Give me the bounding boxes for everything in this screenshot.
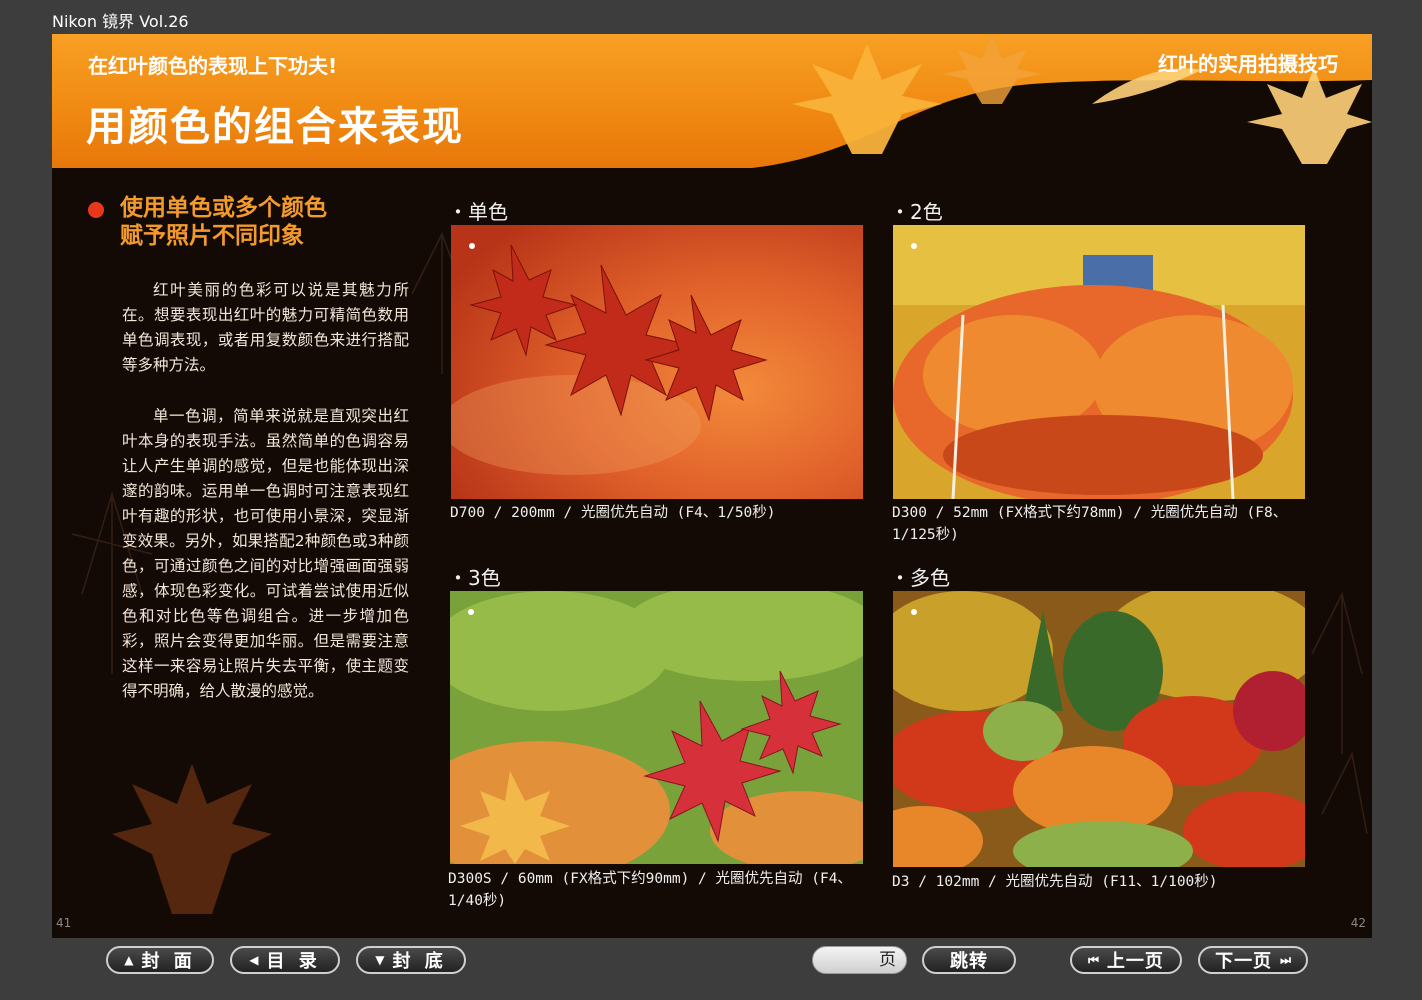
photo-caption-two-colors: D300 / 52mm (FX格式下约78mm) / 光圈优先自动 (F8、1/… (892, 505, 1288, 543)
photo-label-multi-color: ・多色 (890, 566, 950, 590)
previous-page-button[interactable]: ⏮ 上一页 (1070, 946, 1182, 974)
photo-label-single-color: ・单色 (448, 200, 508, 224)
heading-line-1: 使用单色或多个颜色 (120, 195, 327, 221)
page-number-right: 42 (1350, 916, 1366, 930)
photo-label-three-colors: ・3色 (448, 566, 501, 590)
triangle-down-icon: ▼ (375, 953, 385, 967)
paragraph-2: 单一色调，简单来说就是直观突出红叶本身的表现手法。虽然简单的色调容易让人产生单调… (122, 407, 409, 700)
banner-subtitle: 在红叶颜色的表现上下功夫! (88, 54, 338, 78)
triangle-up-icon: ▲ (124, 953, 134, 967)
magazine-page: 在红叶颜色的表现上下功夫! 用颜色的组合来表现 红叶的实用拍摄技巧 使用单色或多… (52, 34, 1372, 938)
paragraph-1: 红叶美丽的色彩可以说是其魅力所在。想要表现出红叶的魅力可精简色数用单色调表现，或… (122, 281, 409, 374)
photo-label-two-colors: ・2色 (890, 200, 943, 224)
photo-multi-color (893, 591, 1305, 867)
toc-button-label: 目 录 (266, 951, 321, 972)
photo-caption-three-colors: D300S / 60mm (FX格式下约90mm) / 光圈优先自动 (F4、1… (448, 871, 852, 909)
previous-page-label: 上一页 (1106, 951, 1164, 972)
photo-caption-multi-color: D3 / 102mm / 光圈优先自动 (F11、1/100秒) (892, 874, 1218, 890)
triangle-left-icon: ◀ (249, 953, 259, 967)
next-page-button[interactable]: 下一页 ⏭ (1198, 946, 1308, 974)
next-page-label: 下一页 (1215, 951, 1273, 972)
window-title: Nikon 镜界 Vol.26 (52, 12, 189, 31)
series-title: 红叶的实用拍摄技巧 (1158, 52, 1338, 76)
photo-marker-icon (911, 609, 917, 615)
jump-button[interactable]: 跳转 (922, 946, 1016, 974)
cover-button-label: 封 面 (141, 951, 196, 972)
photo-three-colors (450, 591, 863, 864)
back-cover-button[interactable]: ▼ 封 底 (356, 946, 466, 974)
page-number-left: 41 (56, 916, 72, 930)
photo-marker-icon (468, 609, 474, 615)
cover-button[interactable]: ▲ 封 面 (106, 946, 214, 974)
article-heading: 使用单色或多个颜色 赋予照片不同印象 (120, 194, 327, 250)
heading-line-2: 赋予照片不同印象 (120, 223, 304, 249)
photo-marker-icon (469, 243, 475, 249)
heading-bullet-icon (88, 202, 104, 218)
header-banner: 在红叶颜色的表现上下功夫! 用颜色的组合来表现 红叶的实用拍摄技巧 (52, 34, 1372, 168)
page-title: 用颜色的组合来表现 (86, 104, 464, 150)
photo-marker-icon (911, 243, 917, 249)
toc-button[interactable]: ◀ 目 录 (230, 946, 340, 974)
photo-caption-single-color: D700 / 200mm / 光圈优先自动 (F4、1/50秒) (450, 505, 776, 521)
back-cover-button-label: 封 底 (392, 951, 447, 972)
photo-two-colors (893, 225, 1305, 499)
skip-back-icon: ⏮ (1088, 952, 1099, 967)
photo-single-color (451, 225, 863, 499)
page-number-input[interactable]: 页 (812, 946, 907, 974)
maple-leaf-silhouette (112, 764, 272, 914)
skip-forward-icon: ⏭ (1280, 952, 1291, 967)
